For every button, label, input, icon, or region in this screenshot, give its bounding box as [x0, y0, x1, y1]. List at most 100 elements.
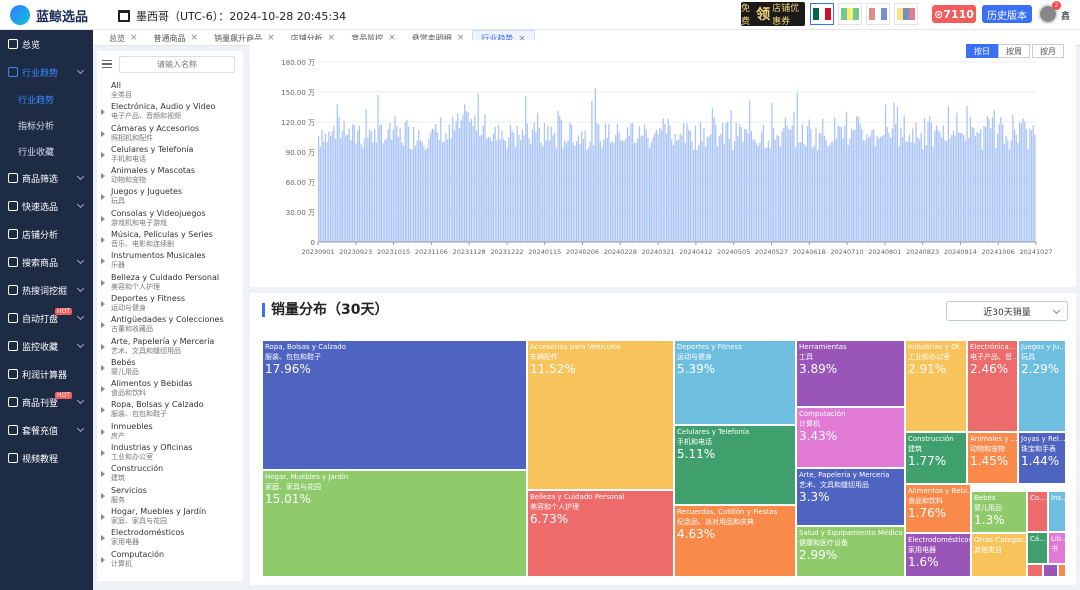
bar[interactable] — [572, 142, 574, 242]
bar[interactable] — [472, 125, 474, 242]
bar[interactable] — [903, 115, 905, 242]
bar[interactable] — [963, 134, 965, 242]
bar[interactable] — [350, 140, 352, 242]
bar[interactable] — [1003, 143, 1006, 242]
bar[interactable] — [686, 123, 688, 242]
bar[interactable] — [509, 124, 512, 242]
treemap-tile[interactable]: Lib... 书 — [1048, 532, 1066, 564]
bar[interactable] — [996, 133, 999, 242]
bar[interactable] — [647, 137, 649, 242]
bar[interactable] — [968, 137, 970, 242]
bar[interactable] — [959, 133, 961, 242]
bar[interactable] — [447, 139, 449, 242]
bar[interactable] — [552, 135, 554, 242]
bar[interactable] — [457, 112, 459, 242]
bar[interactable] — [879, 136, 882, 242]
bar[interactable] — [854, 129, 856, 242]
bar[interactable] — [1010, 140, 1012, 242]
bar[interactable] — [752, 139, 754, 242]
bar[interactable] — [618, 132, 620, 242]
bar[interactable] — [718, 135, 720, 242]
bar[interactable] — [555, 147, 557, 242]
bar[interactable] — [548, 140, 551, 242]
bar[interactable] — [565, 143, 568, 242]
bar[interactable] — [876, 135, 878, 242]
bar[interactable] — [362, 147, 364, 242]
bar[interactable] — [947, 106, 950, 242]
bar[interactable] — [652, 137, 654, 242]
bar[interactable] — [682, 123, 685, 242]
bar[interactable] — [878, 138, 880, 242]
bar[interactable] — [715, 124, 717, 242]
bar[interactable] — [592, 145, 595, 242]
treemap-tile[interactable]: Herramientas 工具 3.89% — [796, 340, 905, 407]
bar[interactable] — [845, 111, 848, 242]
brazil-flag[interactable] — [838, 3, 862, 25]
bar[interactable] — [793, 112, 795, 242]
bar[interactable] — [772, 127, 775, 242]
bar[interactable] — [976, 132, 978, 242]
category-item[interactable]: Electrodomésticos 家用电器 — [97, 528, 243, 549]
bar[interactable] — [377, 94, 379, 242]
bar[interactable] — [693, 149, 695, 242]
category-item[interactable]: Ropa, Bolsas y Calzado 服装、包包和鞋子 — [97, 400, 243, 421]
bar[interactable] — [1015, 134, 1017, 242]
caret-right-icon[interactable] — [101, 428, 105, 435]
bar[interactable] — [896, 106, 899, 242]
bar[interactable] — [458, 128, 461, 242]
bar[interactable] — [849, 138, 851, 242]
bar[interactable] — [482, 125, 484, 242]
bar[interactable] — [404, 122, 406, 242]
bar[interactable] — [358, 125, 361, 242]
bar[interactable] — [435, 123, 437, 242]
bar[interactable] — [983, 125, 985, 242]
category-item[interactable]: Animales y Mascotas 动物和宠物 — [97, 166, 243, 187]
caret-right-icon[interactable] — [101, 556, 105, 563]
bar[interactable] — [1027, 149, 1029, 242]
bar[interactable] — [421, 141, 423, 242]
bar[interactable] — [416, 140, 418, 242]
bar[interactable] — [915, 123, 917, 242]
bar[interactable] — [323, 141, 325, 242]
bar[interactable] — [883, 134, 885, 242]
bar[interactable] — [998, 124, 1000, 242]
bar[interactable] — [672, 145, 675, 242]
bar[interactable] — [385, 138, 388, 242]
treemap-tile[interactable]: Computación 计算机 3.43% — [796, 407, 905, 468]
sidebar-item-fire[interactable]: 热搜词挖掘 — [0, 276, 93, 304]
caret-right-icon[interactable] — [101, 343, 105, 350]
bar[interactable] — [866, 134, 868, 242]
bar[interactable] — [813, 145, 815, 242]
bar[interactable] — [648, 148, 651, 242]
bar[interactable] — [725, 123, 727, 242]
tab[interactable]: 普通商品 × — [146, 30, 207, 46]
category-item[interactable]: Computación 计算机 — [97, 550, 243, 571]
caret-right-icon[interactable] — [101, 364, 105, 371]
bar[interactable] — [606, 137, 608, 242]
coupon-banner[interactable]: 免费 领 店铺优惠券 — [741, 2, 805, 27]
bar[interactable] — [910, 142, 912, 242]
bar[interactable] — [864, 140, 866, 242]
bar[interactable] — [750, 130, 753, 242]
sidebar-item-calculator[interactable]: 利润计算器 — [0, 360, 93, 388]
bar[interactable] — [486, 139, 488, 242]
bar[interactable] — [703, 128, 705, 242]
bar[interactable] — [961, 132, 963, 242]
bar[interactable] — [662, 118, 664, 242]
bar[interactable] — [562, 147, 564, 242]
bar[interactable] — [329, 136, 332, 242]
category-item[interactable]: Belleza y Cuidado Personal 美容和个人护理 — [97, 273, 243, 294]
bar[interactable] — [581, 131, 583, 242]
bar[interactable] — [905, 141, 907, 242]
bar[interactable] — [677, 139, 680, 242]
bar[interactable] — [930, 122, 933, 242]
bar[interactable] — [803, 144, 805, 242]
bar[interactable] — [433, 129, 435, 242]
bar[interactable] — [794, 147, 797, 242]
bar[interactable] — [798, 142, 800, 242]
bar[interactable] — [706, 136, 708, 242]
bar[interactable] — [978, 132, 980, 242]
bar[interactable] — [681, 135, 683, 242]
bar[interactable] — [465, 110, 467, 243]
bar[interactable] — [604, 123, 607, 242]
